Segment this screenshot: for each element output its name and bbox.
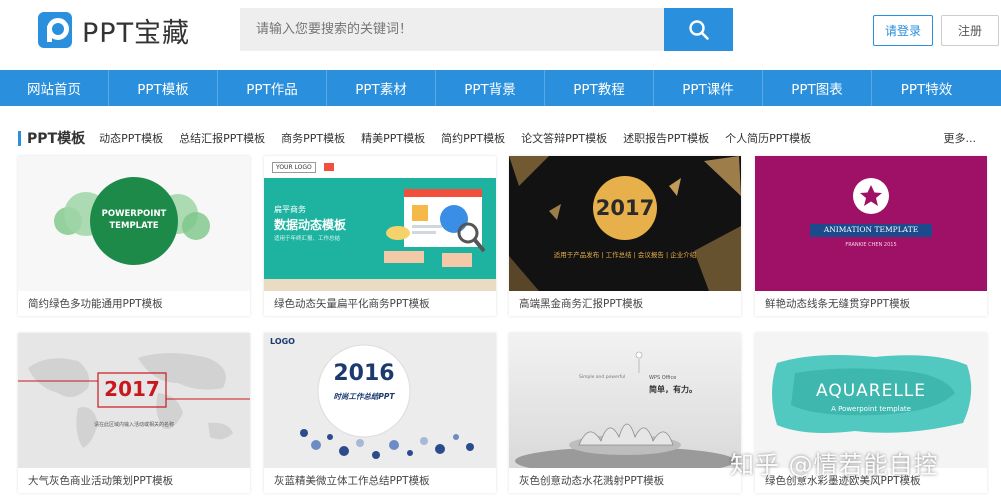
search-icon: [688, 19, 709, 40]
section-link-dynamic[interactable]: 动态PPT模板: [99, 130, 163, 146]
logo-text: PPT宝藏: [82, 17, 191, 49]
card-caption[interactable]: 灰色创意动态水花溅射PPT模板: [509, 468, 741, 493]
section-link-thesis[interactable]: 论文答辩PPT模板: [521, 130, 607, 146]
nav-item-ppt-courseware[interactable]: PPT课件: [654, 70, 763, 106]
template-card[interactable]: WPS Office Simple and powerful 简单，有力。 灰色…: [509, 333, 741, 493]
card-caption[interactable]: 简约绿色多功能通用PPT模板: [18, 291, 250, 316]
nav-item-ppt-works[interactable]: PPT作品: [218, 70, 327, 106]
thumb-brand: WPS Office: [649, 375, 677, 381]
section-link-business[interactable]: 商务PPT模板: [281, 130, 345, 146]
login-button[interactable]: 请登录: [873, 15, 933, 46]
thumb-logo: LOGO: [270, 337, 295, 346]
search-button[interactable]: [664, 8, 733, 51]
logo-p-icon: [38, 12, 72, 48]
card-caption[interactable]: 灰蓝精美微立体工作总结PPT模板: [264, 468, 496, 493]
section-link-resume[interactable]: 个人简历PPT模板: [725, 130, 811, 146]
search-input[interactable]: [240, 8, 664, 51]
section-accent-bar: [18, 130, 21, 146]
section-link-exquisite[interactable]: 精美PPT模板: [361, 130, 425, 146]
template-card[interactable]: 2017 适用于产品发布 | 工作总结 | 会议报告 | 企业介绍 高端黑金商务…: [509, 156, 741, 316]
template-thumbnail[interactable]: WPS Office Simple and powerful 简单，有力。: [509, 333, 741, 468]
site-header: PPT宝藏 请登录 注册: [0, 0, 1001, 70]
thumb-title: POWERPOINT TEMPLATE: [18, 208, 250, 232]
nav-item-ppt-charts[interactable]: PPT图表: [763, 70, 872, 106]
template-thumbnail[interactable]: ANIMATION TEMPLATE FRANKIE CHEN 2015: [755, 156, 987, 291]
template-card[interactable]: YOUR LOGO 扁平商务 数据动态模板 适用于年终汇报、工作总结 绿色动态矢…: [264, 156, 496, 316]
flat-data-illustration: [384, 189, 486, 267]
thumb-title: AQUARELLE: [815, 381, 927, 401]
section-title[interactable]: PPT模板: [27, 128, 85, 148]
section-link-summary[interactable]: 总结汇报PPT模板: [179, 130, 265, 146]
card-caption[interactable]: 大气灰色商业活动策划PPT模板: [18, 468, 250, 493]
gold-triangles-graphic: [509, 156, 741, 291]
template-thumbnail[interactable]: LOGO 2016 时尚工作总结PPT: [264, 333, 496, 468]
thumb-subtitle: 适用于年终汇报、工作总结: [274, 236, 341, 242]
search-bar: [240, 8, 733, 51]
thumb-line1: POWERPOINT: [101, 209, 167, 219]
nav-item-ppt-materials[interactable]: PPT素材: [327, 70, 436, 106]
thumb-subtitle: 适用于产品发布 | 工作总结 | 会议报告 | 企业介绍: [553, 251, 697, 259]
template-card[interactable]: LOGO 2016 时尚工作总结PPT 灰蓝精美微立体工作总结PPT模板: [264, 333, 496, 493]
thumb-subtitle: 请在此区域内输入活动或相关的名称: [93, 422, 174, 428]
thumb-subtitle: A Powerpoint template: [831, 405, 911, 413]
template-thumbnail[interactable]: 2017 请在此区域内输入活动或相关的名称: [18, 333, 250, 468]
card-caption[interactable]: 鲜艳动态线条无缝贯穿PPT模板: [755, 291, 987, 316]
thumb-title: ANIMATION TEMPLATE: [823, 225, 919, 234]
template-thumbnail[interactable]: YOUR LOGO 扁平商务 数据动态模板 适用于年终汇报、工作总结: [264, 156, 496, 291]
template-card[interactable]: POWERPOINT TEMPLATE 简约绿色多功能通用PPT模板: [18, 156, 250, 316]
section-link-report[interactable]: 述职报告PPT模板: [623, 130, 709, 146]
thumb-slogan: 简单，有力。: [649, 385, 697, 394]
thumb-logo: YOUR LOGO: [272, 162, 316, 173]
more-link[interactable]: 更多...: [944, 130, 977, 146]
nav-item-ppt-effects[interactable]: PPT特效: [872, 70, 981, 106]
card-caption[interactable]: 高端黑金商务汇报PPT模板: [509, 291, 741, 316]
thumb-year: 2016: [333, 361, 395, 386]
nav-item-ppt-templates[interactable]: PPT模板: [109, 70, 218, 106]
card-caption[interactable]: 绿色动态矢量扁平化商务PPT模板: [264, 291, 496, 316]
star-emblem-graphic: [810, 178, 932, 237]
nav-item-ppt-tutorials[interactable]: PPT教程: [545, 70, 654, 106]
nav-item-home[interactable]: 网站首页: [0, 70, 109, 106]
nav-item-ppt-backgrounds[interactable]: PPT背景: [436, 70, 545, 106]
template-card[interactable]: 2017 请在此区域内输入活动或相关的名称 大气灰色商业活动策划PPT模板: [18, 333, 250, 493]
section-link-simple[interactable]: 简约PPT模板: [441, 130, 505, 146]
thumb-small-title: 扁平商务: [274, 205, 306, 214]
section-header: PPT模板 动态PPT模板 总结汇报PPT模板 商务PPT模板 精美PPT模板 …: [18, 128, 998, 148]
thumb-bottombar: [264, 279, 496, 291]
thumb-line2: TEMPLATE: [109, 221, 159, 231]
thumb-year: 2017: [104, 377, 160, 401]
template-card[interactable]: ANIMATION TEMPLATE FRANKIE CHEN 2015 鲜艳动…: [755, 156, 987, 316]
template-thumbnail[interactable]: 2017 适用于产品发布 | 工作总结 | 会议报告 | 企业介绍: [509, 156, 741, 291]
thumb-subtitle: 时尚工作总结PPT: [333, 392, 395, 401]
zhihu-watermark: 知乎 @情若能自控: [730, 451, 939, 479]
thumb-tagline: Simple and powerful: [579, 375, 626, 380]
thumb-year: 2017: [595, 196, 655, 220]
register-button[interactable]: 注册: [941, 15, 999, 46]
template-thumbnail[interactable]: POWERPOINT TEMPLATE: [18, 156, 250, 291]
water-splash-graphic: [515, 351, 735, 468]
site-logo[interactable]: PPT宝藏: [38, 10, 190, 50]
thumb-subtitle: FRANKIE CHEN 2015: [845, 242, 897, 248]
main-nav: 网站首页 PPT模板 PPT作品 PPT素材 PPT背景 PPT教程 PPT课件…: [0, 70, 1001, 106]
thumb-red-square: [324, 163, 334, 171]
thumb-big-title: 数据动态模板: [274, 218, 347, 232]
